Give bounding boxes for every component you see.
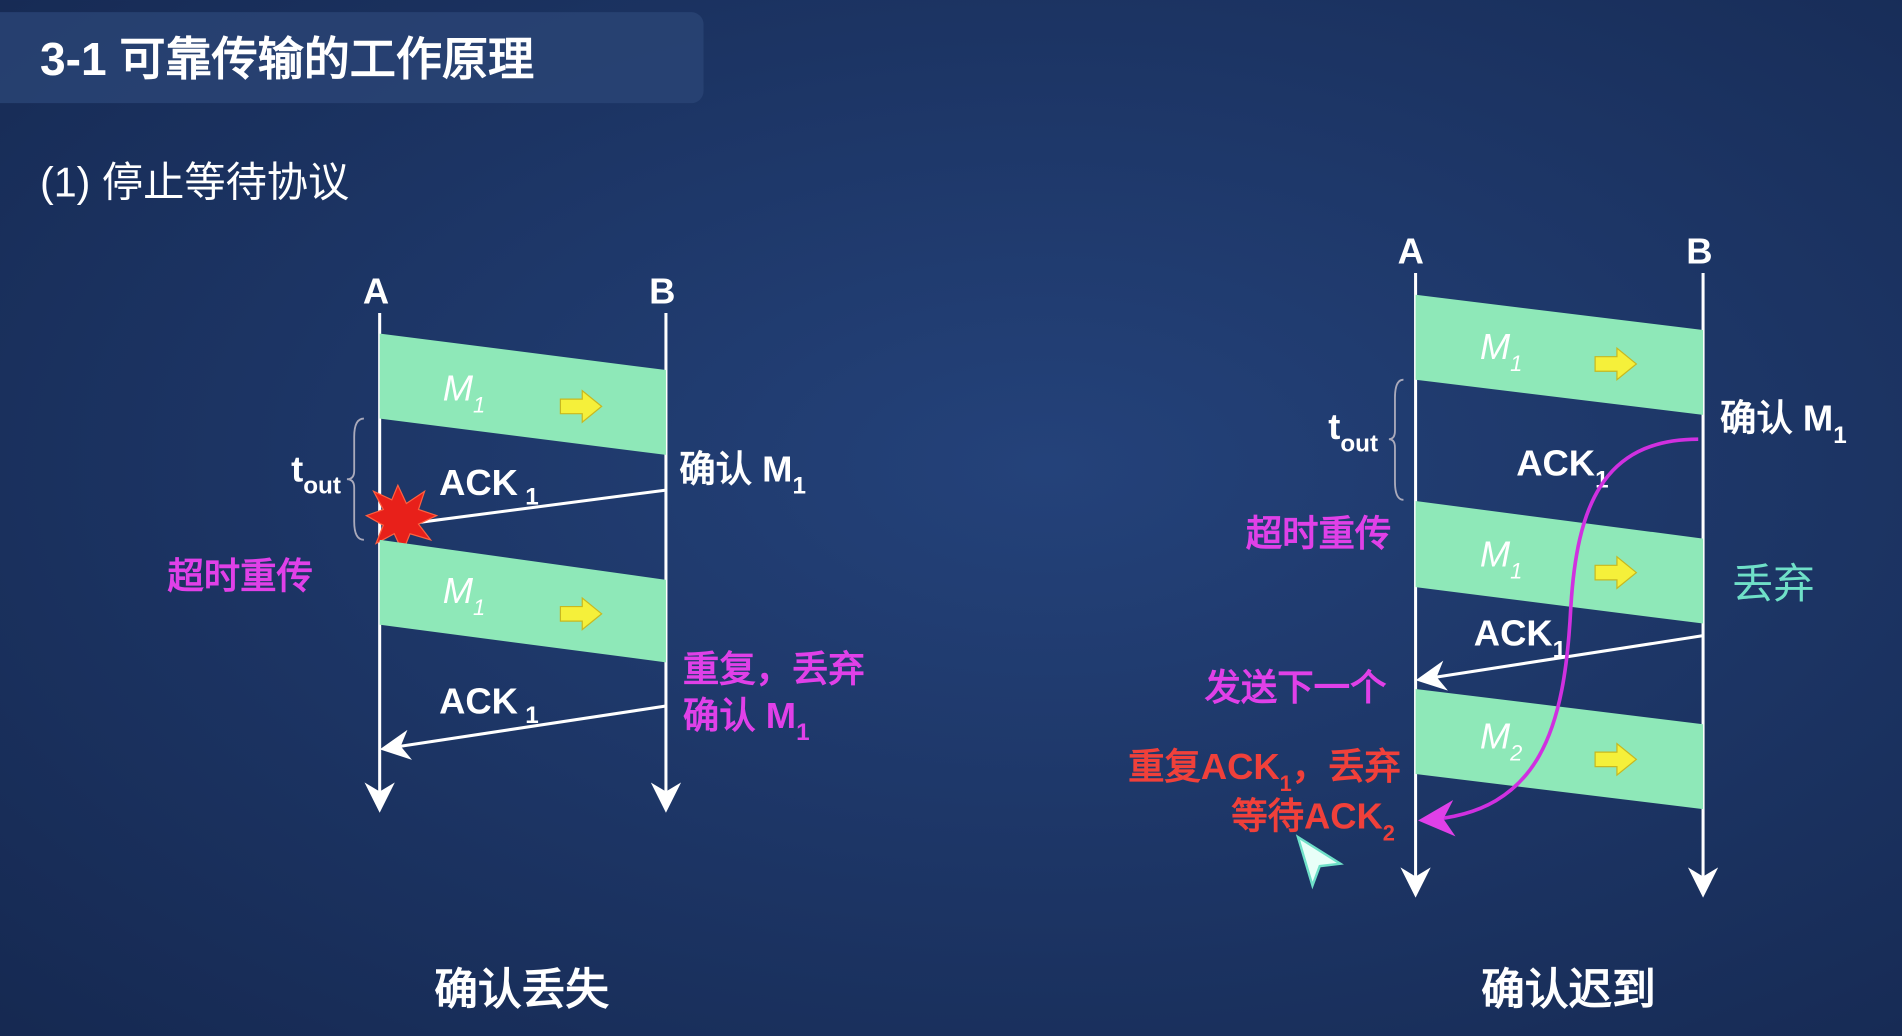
- retransmit-label: 超时重传: [167, 555, 313, 596]
- page-title: 3-1 可靠传输的工作原理: [40, 33, 534, 85]
- receiver-label: B: [1686, 230, 1712, 271]
- sender-label: A: [363, 270, 389, 311]
- receiver-label: B: [649, 270, 675, 311]
- discard-label: 丢弃: [1732, 561, 1814, 607]
- background: [0, 0, 1902, 1036]
- caption-ack-lost: 确认丢失: [434, 965, 609, 1014]
- sender-label: A: [1398, 230, 1424, 271]
- duplicate-label: 重复，丢弃: [683, 649, 865, 690]
- retransmit-label: 超时重传: [1246, 513, 1392, 554]
- send-next-label: 发送下一个: [1205, 667, 1388, 708]
- section-subtitle: (1) 停止等待协议: [40, 160, 349, 206]
- slide: 3-1 可靠传输的工作原理 (1) 停止等待协议 A B M1 tout ACK…: [0, 0, 1902, 1036]
- caption-ack-late: 确认迟到: [1481, 965, 1656, 1014]
